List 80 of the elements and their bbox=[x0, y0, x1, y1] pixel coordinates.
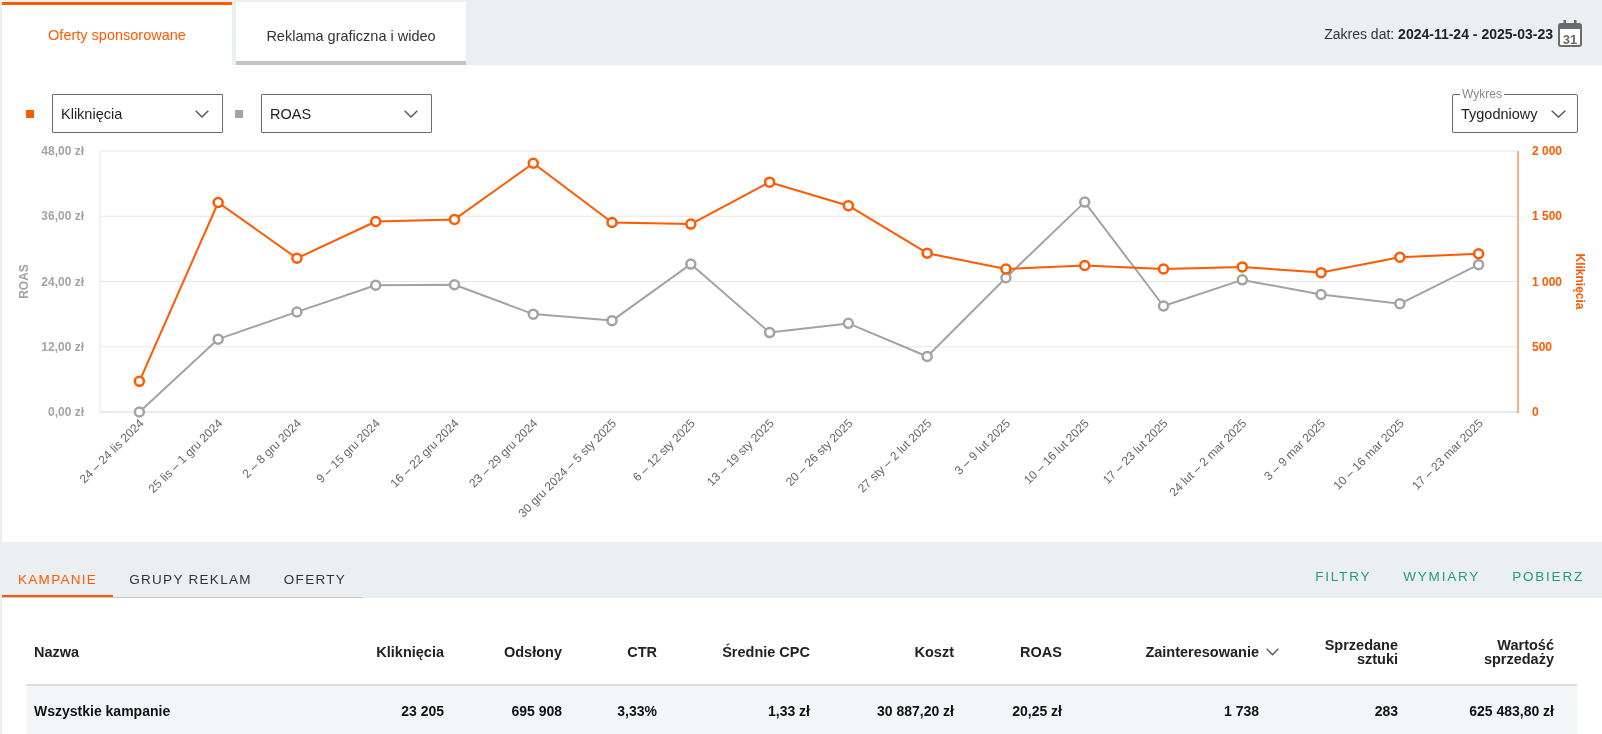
axis-title: Kliknięcia bbox=[1573, 253, 1587, 310]
data-point bbox=[763, 326, 776, 339]
table-cell: 3,33% bbox=[617, 702, 657, 719]
table-cell: 283 bbox=[1374, 702, 1398, 719]
data-point bbox=[1394, 251, 1406, 263]
table-cell: 695 908 bbox=[511, 702, 562, 719]
column-header[interactable]: Wartość sprzedaży bbox=[1454, 638, 1554, 666]
data-point bbox=[1472, 258, 1485, 271]
date-range-text: Zakres dat: 2024-11-24 - 2025-03-23 bbox=[1324, 25, 1553, 42]
data-point bbox=[1157, 300, 1170, 312]
column-header[interactable]: Kliknięcia bbox=[376, 645, 444, 659]
column-header[interactable]: Sprzedane sztuki bbox=[1298, 638, 1398, 666]
sort-chevron-icon[interactable] bbox=[1266, 648, 1279, 656]
chevron-down-icon bbox=[1551, 110, 1566, 118]
data-point bbox=[527, 157, 540, 169]
column-header[interactable]: CTR bbox=[627, 645, 657, 659]
metric-dropdown[interactable]: Kliknięcia bbox=[52, 94, 223, 133]
chevron-down-icon bbox=[404, 109, 418, 118]
axis-tick-label: 12,00 zł bbox=[41, 339, 84, 354]
data-point bbox=[921, 247, 933, 259]
data-point bbox=[685, 258, 697, 270]
data-point bbox=[1078, 259, 1091, 272]
data-point bbox=[133, 406, 146, 418]
data-point bbox=[842, 199, 855, 212]
data-point bbox=[1236, 261, 1249, 273]
metric-dropdown[interactable]: ROAS bbox=[261, 94, 432, 133]
data-point bbox=[606, 216, 618, 229]
data-point bbox=[1000, 263, 1012, 275]
data-point bbox=[1078, 196, 1091, 208]
axis-tick-label: 0,00 zł bbox=[47, 405, 84, 419]
column-header[interactable]: Średnie CPC bbox=[722, 645, 810, 659]
data-point bbox=[369, 279, 382, 292]
data-point bbox=[1394, 298, 1406, 310]
axis-tick-label: 500 bbox=[1532, 339, 1553, 354]
data-point bbox=[133, 375, 146, 388]
data-point bbox=[291, 306, 303, 318]
data-point bbox=[527, 308, 540, 320]
data-point bbox=[1315, 288, 1327, 301]
data-point bbox=[448, 213, 461, 226]
chart-period-dropdown[interactable]: Wykres Tygodniowy bbox=[1452, 86, 1578, 133]
campaign-type-tab[interactable]: Reklama graficzna i wideo bbox=[236, 2, 466, 65]
data-point bbox=[1472, 247, 1485, 260]
table-cell: 625 483,80 zł bbox=[1469, 702, 1554, 719]
data-point bbox=[1236, 274, 1249, 286]
table-tab[interactable]: GRUPY REKLAM bbox=[113, 559, 268, 597]
column-header[interactable]: Nazwa bbox=[34, 645, 80, 659]
data-point bbox=[212, 196, 224, 209]
data-point bbox=[448, 279, 461, 291]
data-point bbox=[921, 350, 933, 363]
data-point bbox=[212, 333, 224, 345]
chevron-down-icon bbox=[195, 109, 209, 118]
table-cell: 20,25 zł bbox=[1012, 702, 1062, 719]
calendar-icon[interactable]: 31 bbox=[1558, 20, 1582, 47]
table-tab[interactable]: OFERTY bbox=[267, 559, 363, 597]
table-cell: 30 887,20 zł bbox=[876, 702, 954, 719]
data-point bbox=[842, 317, 855, 330]
table-cell: 1,33 zł bbox=[767, 702, 810, 719]
axis-tick-label: 48,00 zł bbox=[41, 144, 84, 158]
axis-tick-label: 0 bbox=[1532, 405, 1539, 419]
axis-tick-label: 2 000 bbox=[1532, 144, 1563, 158]
data-point bbox=[369, 215, 382, 228]
column-header[interactable]: Zainteresowanie bbox=[1145, 645, 1259, 659]
data-point bbox=[606, 314, 618, 327]
data-point bbox=[1315, 266, 1327, 279]
data-point bbox=[291, 252, 303, 264]
axis-tick-label: 1 500 bbox=[1532, 209, 1563, 224]
data-point bbox=[1000, 271, 1012, 284]
axis-title: ROAS bbox=[17, 264, 31, 299]
data-point bbox=[763, 176, 776, 188]
column-header[interactable]: Odsłony bbox=[504, 645, 562, 659]
axis-tick-label: 1 000 bbox=[1532, 274, 1563, 289]
data-point bbox=[685, 218, 697, 230]
table-cell: 1 738 bbox=[1223, 702, 1259, 719]
column-header[interactable]: ROAS bbox=[1020, 645, 1062, 659]
column-header[interactable]: Koszt bbox=[914, 645, 954, 659]
axis-tick-label: 24,00 zł bbox=[41, 274, 84, 289]
table-cell: Wszystkie kampanie bbox=[34, 702, 171, 719]
axis-tick-label: 36,00 zł bbox=[41, 209, 84, 224]
data-point bbox=[1157, 263, 1170, 275]
table-cell: 23 205 bbox=[401, 702, 444, 719]
